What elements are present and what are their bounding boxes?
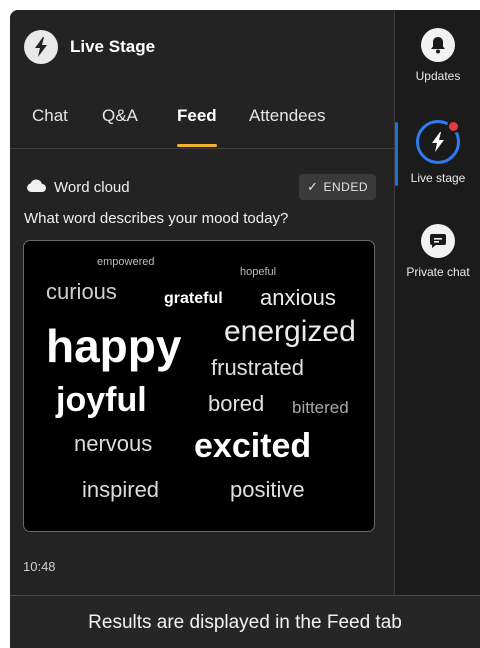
caption-bar: Results are displayed in the Feed tab [10,595,480,648]
word-cloud-card-header: Word cloud ✓ ENDED [26,174,376,200]
bell-icon [421,28,455,62]
word-cloud-word: positive [230,477,305,502]
rail-label-live-stage: Live stage [410,171,466,185]
word-cloud-label: Word cloud [54,178,130,196]
word-cloud-word: grateful [164,290,223,307]
word-cloud-word: curious [46,279,117,304]
tab-qa[interactable]: Q&A [102,106,138,148]
main-panel: Live Stage Chat Q&A Feed Attendees Word … [10,10,394,595]
rail-label-private-chat: Private chat [406,265,470,279]
chat-bubble-icon [421,224,455,258]
tab-attendees[interactable]: Attendees [249,106,326,148]
cloud-icon [26,178,46,197]
app-title: Live Stage [70,37,156,56]
checkmark-icon: ✓ [307,179,319,194]
rail-item-updates[interactable]: Updates [395,28,480,83]
app-window: Live Stage Chat Q&A Feed Attendees Word … [10,10,480,648]
lightning-icon [416,120,460,164]
word-cloud-word: frustrated [211,355,304,380]
rail-label-updates: Updates [415,69,461,83]
word-cloud: empowered hopeful curious grateful anxio… [23,240,375,532]
tabs-divider [10,148,394,149]
word-cloud-word: nervous [74,431,153,456]
header: Live Stage [24,28,155,66]
rail-item-private-chat[interactable]: Private chat [395,224,480,279]
tab-chat[interactable]: Chat [32,106,68,148]
lightning-logo-icon [24,30,58,64]
word-cloud-word: hopeful [240,266,277,278]
status-badge-text: ENDED [323,180,368,194]
word-cloud-word: energized [224,315,356,348]
word-cloud-word: excited [194,427,312,465]
status-badge: ✓ ENDED [299,174,376,200]
word-cloud-word: inspired [82,477,160,502]
word-cloud-title: Word cloud [26,174,130,200]
tab-feed[interactable]: Feed [177,106,217,148]
word-cloud-word: empowered [97,256,155,268]
timestamp: 10:48 [23,559,56,574]
word-cloud-word: anxious [260,285,336,310]
right-rail: Updates Live stage Private chat [394,10,480,595]
poll-question: What word describes your mood today? [24,210,289,227]
word-cloud-word: happy [46,320,182,372]
word-cloud-word: bittered [292,398,349,417]
notification-dot [447,120,460,133]
rail-item-live-stage[interactable]: Live stage [395,120,480,185]
word-cloud-word: bored [208,391,265,416]
word-cloud-word: joyful [56,381,147,419]
caption-text: Results are displayed in the Feed tab [88,611,402,633]
tab-bar: Chat Q&A Feed Attendees [10,106,394,148]
